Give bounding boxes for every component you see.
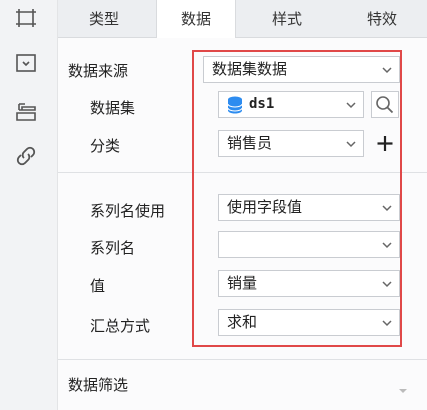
summary-select[interactable]: 求和	[218, 309, 400, 336]
dataset-search-button[interactable]	[371, 91, 399, 118]
value-select[interactable]: 销量	[218, 270, 400, 297]
tab-type[interactable]: 类型	[68, 0, 140, 38]
value-label: 值	[90, 277, 106, 295]
summary-label: 汇总方式	[90, 317, 151, 335]
add-category-button[interactable]	[374, 130, 396, 157]
category-label: 分类	[90, 137, 121, 155]
value-field-value: 销量	[227, 274, 258, 292]
summary-value: 求和	[227, 313, 258, 331]
chevron-down-icon	[381, 202, 393, 214]
chevron-down-icon	[345, 99, 357, 111]
widget-icon[interactable]	[14, 51, 38, 75]
series-name-label: 系列名	[90, 239, 136, 257]
left-icon-rail	[0, 0, 58, 410]
chevron-down-icon	[381, 239, 393, 251]
category-select[interactable]: 销售员	[218, 130, 364, 157]
series-use-select[interactable]: 使用字段值	[218, 194, 400, 221]
data-source-label: 数据来源	[68, 62, 129, 80]
dataset-label: 数据集	[90, 99, 136, 117]
category-value: 销售员	[227, 134, 273, 152]
dataset-value: ds1	[249, 96, 275, 112]
data-source-value: 数据集数据	[212, 60, 288, 78]
section-divider	[58, 172, 427, 173]
frame-icon[interactable]	[14, 6, 38, 30]
plus-icon	[377, 136, 393, 151]
chevron-down-icon[interactable]	[398, 381, 408, 393]
chevron-down-icon	[381, 317, 393, 329]
layout-icon[interactable]	[14, 99, 38, 123]
chevron-down-icon	[381, 64, 393, 76]
dataset-select[interactable]: ds1	[218, 91, 364, 118]
chevron-down-icon	[381, 278, 393, 290]
tab-effects[interactable]: 特效	[342, 0, 422, 38]
link-icon[interactable]	[14, 144, 38, 168]
property-tabs: 类型 数据 样式 特效	[58, 0, 427, 39]
series-use-label: 系列名使用	[90, 202, 166, 220]
data-source-select[interactable]: 数据集数据	[203, 56, 400, 83]
chevron-down-icon	[345, 138, 357, 150]
tab-data[interactable]: 数据	[156, 0, 236, 39]
database-icon	[227, 96, 243, 114]
series-use-value: 使用字段值	[227, 198, 303, 216]
data-filter-label[interactable]: 数据筛选	[68, 374, 128, 395]
section-divider	[58, 359, 427, 360]
tab-style[interactable]: 样式	[251, 0, 323, 38]
series-name-select[interactable]	[218, 231, 400, 258]
search-icon	[376, 96, 394, 114]
data-settings-panel: 数据来源 数据集数据 数据集 ds1 分类 销售员 系列名使用 使用字段值 系列…	[58, 38, 427, 410]
